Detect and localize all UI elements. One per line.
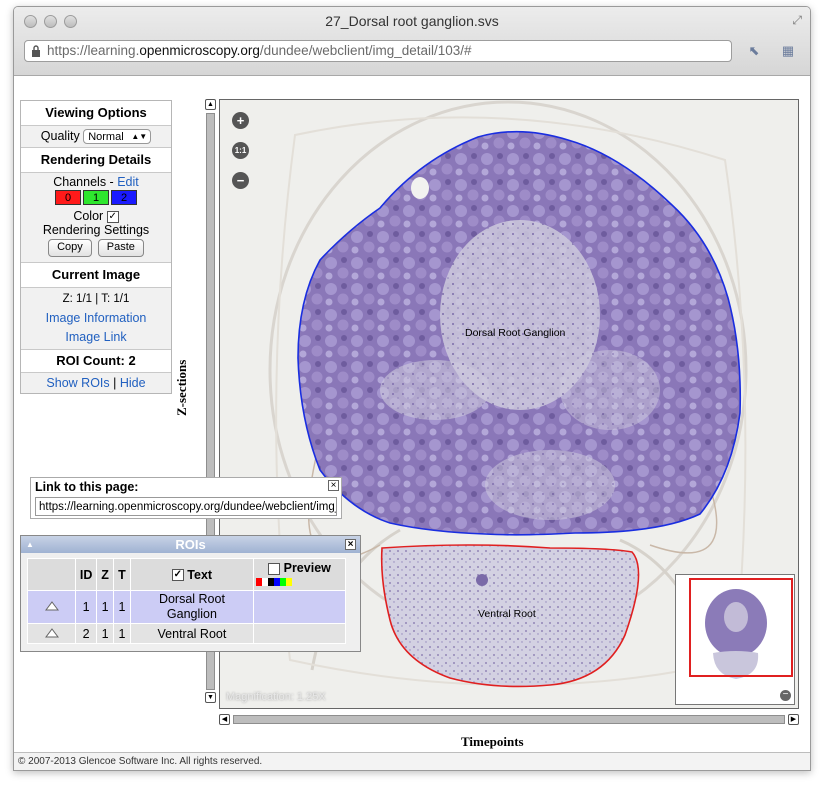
footer: © 2007-2013 Glencoe Software Inc. All ri… [14, 752, 810, 770]
browser-window: 27_Dorsal root ganglion.svs ⤢ https://le… [13, 6, 811, 771]
reader-icon[interactable]: ▦ [778, 43, 798, 61]
thumbnail-image [689, 578, 793, 679]
image-link[interactable]: Image Link [21, 328, 171, 347]
channel-1-toggle[interactable]: 1 [83, 190, 109, 205]
collapse-panel-icon[interactable]: ▲ [26, 536, 34, 553]
navigator-thumbnail[interactable]: − [675, 574, 795, 705]
table-row[interactable]: 1 1 1 Dorsal Root Ganglion [26, 590, 346, 624]
channels-section: Channels - Edit 012 Color ✓ Rendering Se… [21, 172, 171, 262]
table-row[interactable]: 2 1 1 Ventral Root [26, 623, 346, 644]
channel-0-toggle[interactable]: 0 [55, 190, 81, 205]
url-sub: learning. [87, 43, 140, 58]
roi-z: 1 [96, 623, 114, 644]
copy-button[interactable]: Copy [48, 239, 92, 257]
roi-id: 2 [75, 623, 98, 644]
roi-preview [253, 590, 346, 624]
page-link-input[interactable]: https://learning.openmicroscopy.org/dund… [35, 497, 337, 516]
roi-link-separator: | [113, 376, 117, 390]
channel-2-toggle[interactable]: 2 [111, 190, 137, 205]
quality-select[interactable]: Normal ▲▼ [83, 129, 152, 145]
roi-panel-title: ROIs [175, 537, 206, 552]
quality-row: Quality Normal ▲▼ [21, 125, 171, 147]
text-checkbox[interactable]: ✓ [171, 569, 184, 582]
url-path: /dundee/webclient/img_detail/103/# [259, 43, 472, 58]
roi-t: 1 [112, 590, 131, 624]
roi-t: 1 [112, 623, 131, 644]
col-id: ID [75, 558, 98, 591]
col-text-label: Text [187, 567, 213, 582]
channels-label: Channels - [53, 175, 114, 189]
hide-rois-link[interactable]: Hide [120, 376, 146, 390]
z-sections-label: Z-sections [174, 359, 189, 416]
t-slider-track[interactable] [233, 715, 785, 724]
z-down-button[interactable]: ▼ [205, 692, 216, 703]
roi-label-ventral-root: Ventral Root [478, 608, 536, 620]
roi-label-dorsal-root-ganglion: Dorsal Root Ganglion [465, 327, 566, 339]
bookmark-icon[interactable]: ⬉ [744, 43, 764, 61]
link-panel-label: Link to this page: [35, 480, 139, 494]
window-title: 27_Dorsal root ganglion.svs [325, 13, 499, 29]
roi-id: 1 [75, 590, 98, 624]
url-scheme: https:// [47, 43, 88, 58]
roi-links-row: Show ROIs | Hide [21, 372, 171, 393]
channels-edit-link[interactable]: Edit [117, 175, 139, 189]
roi-panel: ▲ ROIs × ID Z T ✓ Text Preview 1 1 1 Dor… [20, 535, 361, 652]
quality-label: Quality [40, 129, 80, 143]
col-preview-label: Preview [283, 561, 331, 575]
preview-checkbox[interactable] [268, 562, 281, 575]
page-content: Viewing Options Quality Normal ▲▼ Renderi… [14, 76, 810, 770]
select-arrow-icon: ▲▼ [131, 132, 148, 142]
shape-icon[interactable] [26, 590, 77, 624]
roi-table-header: ID Z T ✓ Text Preview [26, 558, 346, 591]
z-up-button[interactable]: ▲ [205, 99, 216, 110]
image-information-link[interactable]: Image Information [21, 309, 171, 328]
color-checkbox[interactable]: ✓ [106, 210, 119, 223]
roi-z: 1 [96, 590, 114, 624]
roi-text: Dorsal Root Ganglion [129, 590, 255, 624]
title-bar: 27_Dorsal root ganglion.svs ⤢ https://le… [14, 7, 810, 76]
collapse-thumbnail-button[interactable]: − [780, 690, 791, 701]
current-image-section: Z: 1/1 | T: 1/1 Image Information Image … [21, 287, 171, 349]
col-t: T [112, 558, 131, 591]
roi-table: ID Z T ✓ Text Preview 1 1 1 Dorsal Root … [26, 558, 346, 644]
col-preview: Preview [253, 558, 346, 591]
col-text: ✓ Text [129, 558, 255, 591]
zt-readout: Z: 1/1 | T: 1/1 [62, 293, 130, 305]
current-image-header: Current Image [21, 262, 171, 287]
magnification-readout: Magnification: 1.25X [226, 691, 326, 703]
col-shape [26, 558, 77, 591]
color-label: Color [73, 209, 104, 223]
link-to-page-panel: Link to this page: × https://learning.op… [30, 477, 342, 519]
col-z: Z [96, 558, 114, 591]
zoom-in-button[interactable]: + [232, 112, 249, 129]
lock-icon [32, 45, 40, 57]
color-swatch[interactable] [286, 577, 293, 586]
timepoints-label: Timepoints [461, 734, 524, 749]
paste-button[interactable]: Paste [97, 239, 144, 257]
t-next-button[interactable]: ▶ [788, 714, 799, 725]
fullscreen-icon[interactable]: ⤢ [792, 13, 802, 28]
quality-value: Normal [88, 131, 124, 144]
zoom-out-button[interactable]: − [232, 172, 249, 189]
t-prev-button[interactable]: ◀ [219, 714, 230, 725]
viewing-options-panel: Viewing Options Quality Normal ▲▼ Renderi… [20, 100, 172, 394]
address-bar[interactable]: https://learning.openmicroscopy.org/dund… [24, 40, 732, 62]
zoom-reset-button[interactable]: 1:1 [232, 142, 249, 159]
roi-panel-close-icon[interactable]: × [345, 539, 356, 550]
roi-text: Ventral Root [129, 623, 255, 644]
rendering-details-header: Rendering Details [21, 147, 171, 172]
show-rois-link[interactable]: Show ROIs [46, 376, 109, 390]
preview-color-swatches[interactable] [256, 575, 343, 588]
roi-panel-header: ▲ ROIs × [21, 536, 360, 553]
link-panel-close-icon[interactable]: × [328, 480, 339, 491]
url-domain: openmicroscopy.org [139, 43, 260, 58]
viewing-options-header: Viewing Options [21, 101, 171, 125]
timepoint-slider[interactable]: ◀ ▶ [219, 714, 799, 725]
roi-preview [253, 623, 346, 644]
shape-icon[interactable] [26, 623, 77, 644]
roi-count: ROI Count: 2 [21, 349, 171, 372]
rendering-settings-label: Rendering Settings [42, 223, 150, 237]
